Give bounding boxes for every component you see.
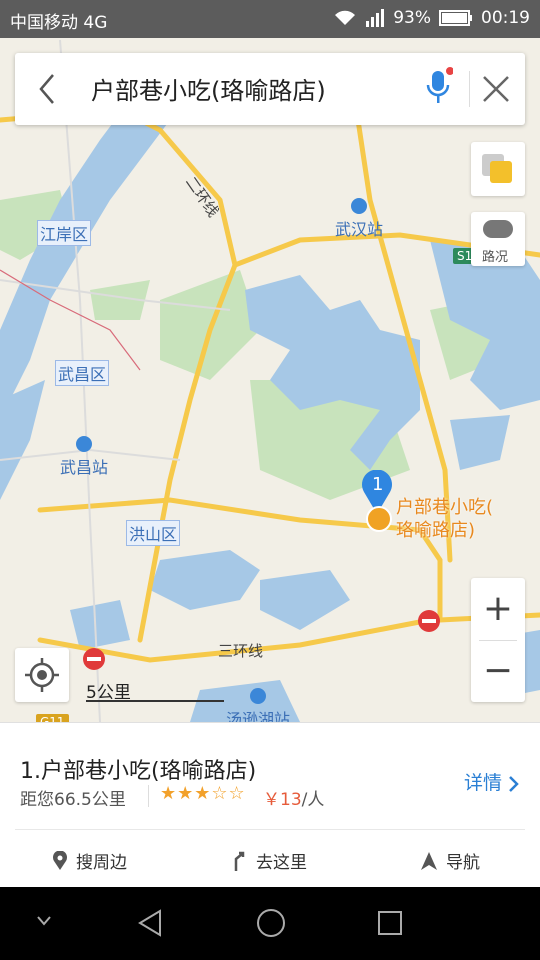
battery-icon bbox=[439, 10, 472, 26]
search-nearby-button[interactable]: 搜周边 bbox=[52, 848, 127, 873]
layers-button[interactable] bbox=[471, 142, 525, 196]
signal-icon bbox=[366, 9, 385, 27]
road-badge-g: G11 bbox=[36, 714, 69, 722]
station-label-tangxunhu: 汤逊湖站 bbox=[226, 688, 290, 722]
traffic-label: 路况 bbox=[482, 250, 509, 265]
zoom-control: + − bbox=[471, 578, 525, 702]
search-divider bbox=[469, 71, 470, 107]
layers-icon bbox=[482, 154, 512, 183]
district-label-jiangan: 江岸区 bbox=[37, 220, 92, 246]
station-label-wuchang: 武昌站 bbox=[60, 436, 108, 478]
zoom-in-button[interactable]: + bbox=[471, 578, 525, 640]
no-entry-icon bbox=[83, 648, 105, 670]
price-per-person: ￥13/人 bbox=[263, 790, 325, 810]
scale-bar bbox=[86, 700, 224, 702]
chevron-right-icon bbox=[509, 775, 519, 792]
rating-stars: ★★★☆☆ bbox=[160, 783, 246, 804]
search-query-title[interactable]: 户部巷小吃(珞喻路店) bbox=[91, 71, 326, 106]
search-bar: 户部巷小吃(珞喻路店) bbox=[15, 53, 525, 125]
home-icon[interactable] bbox=[255, 907, 287, 939]
poi-label: 户部巷小吃( 珞喻路店) bbox=[396, 497, 494, 541]
train-station-icon bbox=[250, 688, 266, 704]
route-turn-icon bbox=[234, 851, 245, 871]
road-label-ring3: 三环线 bbox=[218, 642, 264, 660]
train-station-icon bbox=[76, 436, 92, 452]
marker-number: 1 bbox=[372, 474, 384, 495]
result-name[interactable]: 1.户部巷小吃(珞喻路店) bbox=[20, 753, 256, 785]
distance-text: 距您66.5公里 bbox=[20, 790, 126, 810]
district-label-hongshan: 洪山区 bbox=[126, 520, 181, 546]
go-here-button[interactable]: 去这里 bbox=[232, 848, 307, 873]
system-nav-bar bbox=[0, 887, 540, 960]
hide-keyboard-icon[interactable] bbox=[36, 915, 52, 927]
back-arrow-icon[interactable] bbox=[33, 71, 63, 107]
traffic-icon bbox=[483, 220, 513, 238]
district-label-wuchang: 武昌区 bbox=[55, 360, 110, 386]
carrier-text: 中国移动 4G bbox=[10, 13, 108, 33]
crosshair-icon bbox=[25, 658, 59, 692]
location-pin-icon bbox=[53, 850, 67, 870]
restaurant-icon bbox=[366, 506, 392, 532]
action-bar: 搜周边 去这里 导航 bbox=[0, 830, 540, 887]
navigation-arrow-icon bbox=[421, 851, 437, 870]
no-entry-icon bbox=[418, 610, 440, 632]
battery-percent: 93% bbox=[393, 8, 431, 28]
recent-apps-icon[interactable] bbox=[376, 909, 404, 937]
close-icon[interactable] bbox=[480, 73, 512, 105]
status-bar: 中国移动 4G 93% 00:19 bbox=[0, 0, 540, 38]
microphone-icon[interactable] bbox=[423, 67, 453, 107]
clock: 00:19 bbox=[481, 8, 530, 28]
station-label-wuhan: 武汉站 bbox=[335, 198, 383, 240]
wifi-icon bbox=[335, 10, 356, 25]
map-view[interactable]: 江岸区 武昌区 洪山区 武汉站 武昌站 汤逊湖站 二环线 三环线 S1 G11 … bbox=[0, 38, 540, 722]
navigate-button[interactable]: 导航 bbox=[420, 848, 480, 873]
locate-me-button[interactable] bbox=[15, 648, 69, 702]
train-station-icon bbox=[351, 198, 367, 214]
zoom-out-button[interactable]: − bbox=[471, 640, 525, 702]
back-icon[interactable] bbox=[136, 907, 164, 939]
traffic-button[interactable]: 路况 bbox=[471, 212, 525, 266]
details-link[interactable]: 详情 bbox=[464, 768, 520, 795]
